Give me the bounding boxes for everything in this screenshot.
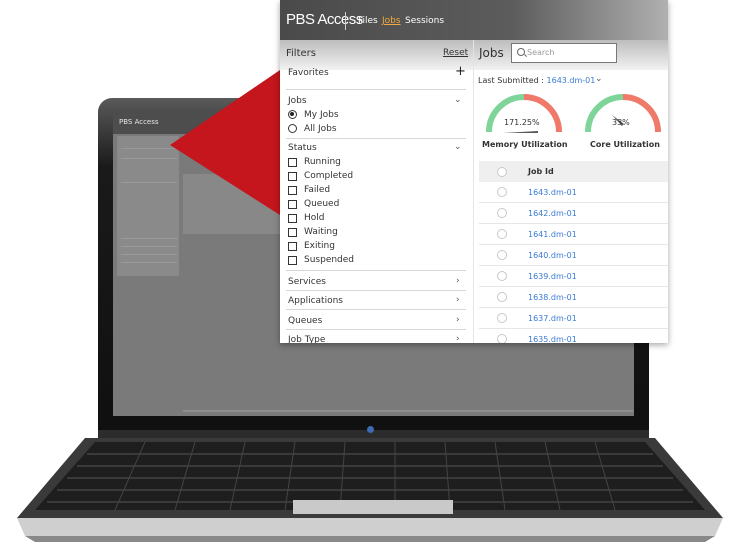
job-id-link[interactable]: 1639.dm-01: [528, 272, 577, 281]
status-hold-checkbox[interactable]: [288, 214, 297, 223]
all-jobs-label: All Jobs: [304, 124, 337, 134]
status-hold-label: Hold: [304, 213, 325, 223]
row-select-radio[interactable]: [497, 271, 507, 281]
status-queued-checkbox[interactable]: [288, 200, 297, 209]
job-id-link[interactable]: 1641.dm-01: [528, 230, 577, 239]
select-all-radio[interactable]: [497, 167, 507, 177]
divider: [286, 89, 466, 90]
status-exiting-checkbox[interactable]: [288, 242, 297, 251]
services-filter[interactable]: Services: [288, 277, 326, 287]
status-queued-label: Queued: [304, 199, 340, 209]
core-gauge-value: 33%: [612, 118, 630, 127]
row-select-radio[interactable]: [497, 250, 507, 260]
chevron-right-icon[interactable]: ›: [456, 295, 460, 305]
status-waiting-checkbox[interactable]: [288, 228, 297, 237]
table-row[interactable]: 1643.dm-01: [479, 182, 668, 203]
chevron-down-icon[interactable]: ⌄: [454, 95, 462, 105]
search-icon: [517, 48, 525, 56]
column-divider: [473, 40, 474, 343]
chevron-right-icon[interactable]: ›: [456, 334, 460, 343]
status-filter-label: Status: [288, 143, 317, 153]
row-select-radio[interactable]: [497, 292, 507, 302]
table-row[interactable]: 1641.dm-01: [479, 224, 668, 245]
nav-sessions[interactable]: Sessions: [405, 16, 444, 26]
table-row[interactable]: 1642.dm-01: [479, 203, 668, 224]
nav-files[interactable]: Files: [358, 16, 378, 26]
nav-jobs[interactable]: Jobs: [382, 16, 401, 26]
queues-filter[interactable]: Queues: [288, 316, 322, 326]
row-select-radio[interactable]: [497, 187, 507, 197]
memory-gauge-label: Memory Utilization: [482, 140, 568, 149]
memory-gauge-value: 171.25%: [504, 118, 540, 127]
status-completed-label: Completed: [304, 171, 354, 181]
row-select-radio[interactable]: [497, 313, 507, 323]
status-completed-checkbox[interactable]: [288, 172, 297, 181]
job-id-link[interactable]: 1640.dm-01: [528, 251, 577, 260]
jobs-title: Jobs: [479, 46, 504, 60]
status-waiting-label: Waiting: [304, 227, 338, 237]
chevron-right-icon[interactable]: ›: [456, 315, 460, 325]
table-row[interactable]: 1639.dm-01: [479, 266, 668, 287]
row-select-radio[interactable]: [497, 208, 507, 218]
status-running-checkbox[interactable]: [288, 158, 297, 167]
reset-link[interactable]: Reset: [443, 48, 468, 58]
my-jobs-label: My Jobs: [304, 110, 339, 120]
job-id-column-header[interactable]: Job Id: [528, 167, 554, 176]
table-header: [479, 161, 668, 183]
brand-divider: [345, 12, 346, 30]
table-row[interactable]: 1637.dm-01: [479, 308, 668, 329]
chevron-down-icon[interactable]: ⌄: [454, 142, 462, 152]
app-window: PBS Access Files Jobs Sessions Filters R…: [280, 0, 668, 343]
core-gauge-label: Core Utilization: [590, 140, 660, 149]
search-placeholder: Search: [527, 48, 555, 57]
job-id-link[interactable]: 1635.dm-01: [528, 335, 577, 343]
memory-gauge: [486, 94, 562, 133]
row-select-radio[interactable]: [497, 334, 507, 343]
filters-title: Filters: [286, 48, 316, 59]
my-jobs-radio[interactable]: [288, 110, 297, 119]
row-select-radio[interactable]: [497, 229, 507, 239]
brand-logo: PBS Access: [286, 11, 363, 28]
table-row[interactable]: 1640.dm-01: [479, 245, 668, 266]
last-submitted-link[interactable]: 1643.dm-01: [547, 76, 596, 85]
status-exiting-label: Exiting: [304, 241, 335, 251]
last-submitted-label: Last Submitted :: [478, 76, 547, 85]
table-row[interactable]: 1638.dm-01: [479, 287, 668, 308]
job-type-filter[interactable]: Job Type: [288, 335, 325, 343]
chevron-down-icon[interactable]: ⌄: [595, 74, 603, 84]
plus-icon[interactable]: +: [455, 64, 466, 79]
favorites-label[interactable]: Favorites: [288, 68, 329, 78]
job-id-link[interactable]: 1643.dm-01: [528, 188, 577, 197]
status-suspended-label: Suspended: [304, 255, 355, 265]
job-id-link[interactable]: 1638.dm-01: [528, 293, 577, 302]
divider: [286, 270, 466, 271]
table-row[interactable]: 1635.dm-01: [479, 329, 668, 343]
search-input[interactable]: Search: [511, 43, 617, 63]
job-id-link[interactable]: 1637.dm-01: [528, 314, 577, 323]
last-submitted[interactable]: Last Submitted : 1643.dm-01: [478, 76, 595, 85]
status-running-label: Running: [304, 157, 341, 167]
status-suspended-checkbox[interactable]: [288, 256, 297, 265]
divider: [286, 309, 466, 310]
divider: [286, 138, 466, 139]
job-id-link[interactable]: 1642.dm-01: [528, 209, 577, 218]
jobs-filter-label: Jobs: [288, 96, 307, 106]
core-gauge: [585, 94, 661, 133]
divider: [286, 290, 466, 291]
chevron-right-icon[interactable]: ›: [456, 276, 460, 286]
divider: [286, 329, 466, 330]
status-failed-label: Failed: [304, 185, 331, 195]
all-jobs-radio[interactable]: [288, 124, 297, 133]
status-failed-checkbox[interactable]: [288, 186, 297, 195]
applications-filter[interactable]: Applications: [288, 296, 343, 306]
